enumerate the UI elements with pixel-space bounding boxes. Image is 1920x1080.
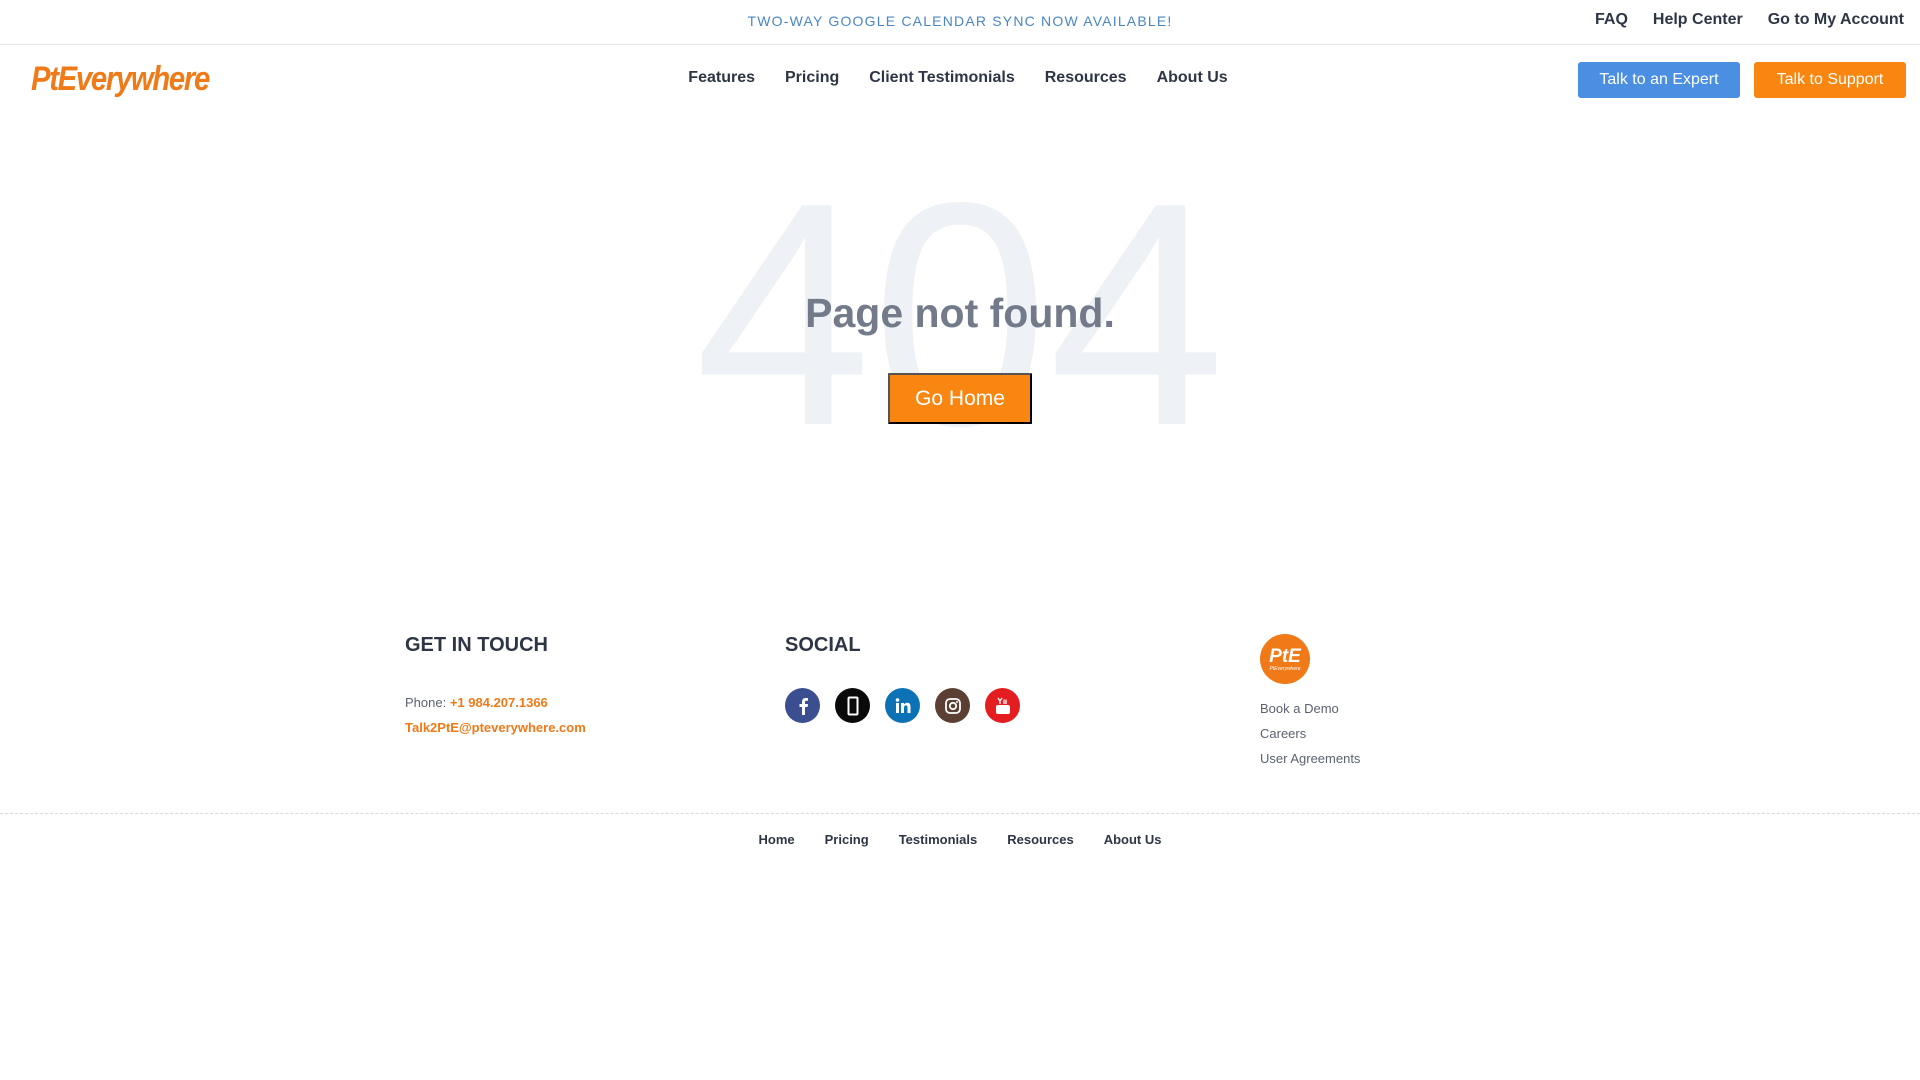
faq-link[interactable]: FAQ bbox=[1595, 11, 1628, 29]
book-demo-link[interactable]: Book a Demo bbox=[1260, 700, 1360, 718]
footer-links: Book a Demo Careers User Agreements bbox=[1260, 700, 1360, 768]
page-title: Page not found. bbox=[805, 290, 1115, 336]
talk-to-support-button[interactable]: Talk to Support bbox=[1754, 62, 1906, 98]
phone-label: Phone: bbox=[405, 695, 447, 710]
youtube-glyph bbox=[995, 697, 1010, 714]
bottom-nav-pricing[interactable]: Pricing bbox=[825, 832, 869, 847]
youtube-icon[interactable] bbox=[985, 688, 1020, 723]
email-link[interactable]: Talk2PtE@pteverywhere.com bbox=[405, 720, 586, 735]
facebook-icon[interactable] bbox=[785, 688, 820, 723]
phone-link[interactable]: +1 984.207.1366 bbox=[450, 695, 548, 710]
bottom-nav: Home Pricing Testimonials Resources Abou… bbox=[0, 832, 1920, 847]
badge-wordmark: PtEverywhere bbox=[1269, 665, 1301, 672]
nav-pricing[interactable]: Pricing bbox=[785, 69, 839, 87]
bottom-nav-testimonials[interactable]: Testimonials bbox=[899, 832, 978, 847]
facebook-glyph bbox=[799, 697, 808, 715]
instagram-glyph bbox=[944, 697, 961, 714]
x-icon[interactable] bbox=[835, 688, 870, 723]
bottom-nav-resources[interactable]: Resources bbox=[1007, 832, 1073, 847]
user-agreements-link[interactable]: User Agreements bbox=[1260, 750, 1360, 768]
x-glyph bbox=[847, 696, 858, 715]
social-heading: SOCIAL bbox=[785, 634, 861, 656]
nav-about-us[interactable]: About Us bbox=[1157, 69, 1228, 87]
bottom-nav-about-us[interactable]: About Us bbox=[1104, 832, 1162, 847]
help-center-link[interactable]: Help Center bbox=[1653, 11, 1743, 29]
social-icons bbox=[785, 688, 1020, 723]
pte-badge-logo[interactable]: PtE PtEverywhere bbox=[1260, 634, 1310, 684]
footer-divider bbox=[0, 813, 1920, 814]
top-links: FAQ Help Center Go to My Account bbox=[1595, 11, 1904, 29]
get-in-touch-heading: GET IN TOUCH bbox=[405, 634, 548, 656]
go-home-button[interactable]: Go Home bbox=[888, 373, 1032, 424]
talk-to-expert-button[interactable]: Talk to an Expert bbox=[1578, 62, 1740, 98]
nav-features[interactable]: Features bbox=[688, 69, 755, 87]
contact-info: Phone: +1 984.207.1366 Talk2PtE@pteveryw… bbox=[405, 690, 586, 740]
announcement-bar: TWO-WAY GOOGLE CALENDAR SYNC NOW AVAILAB… bbox=[0, 0, 1920, 45]
careers-link[interactable]: Careers bbox=[1260, 725, 1360, 743]
instagram-icon[interactable] bbox=[935, 688, 970, 723]
linkedin-glyph bbox=[895, 697, 910, 713]
nav-resources[interactable]: Resources bbox=[1045, 69, 1127, 87]
badge-initials: PtE bbox=[1269, 645, 1301, 667]
my-account-link[interactable]: Go to My Account bbox=[1768, 11, 1904, 29]
nav-client-testimonials[interactable]: Client Testimonials bbox=[869, 69, 1015, 87]
linkedin-icon[interactable] bbox=[885, 688, 920, 723]
bottom-nav-home[interactable]: Home bbox=[759, 832, 795, 847]
